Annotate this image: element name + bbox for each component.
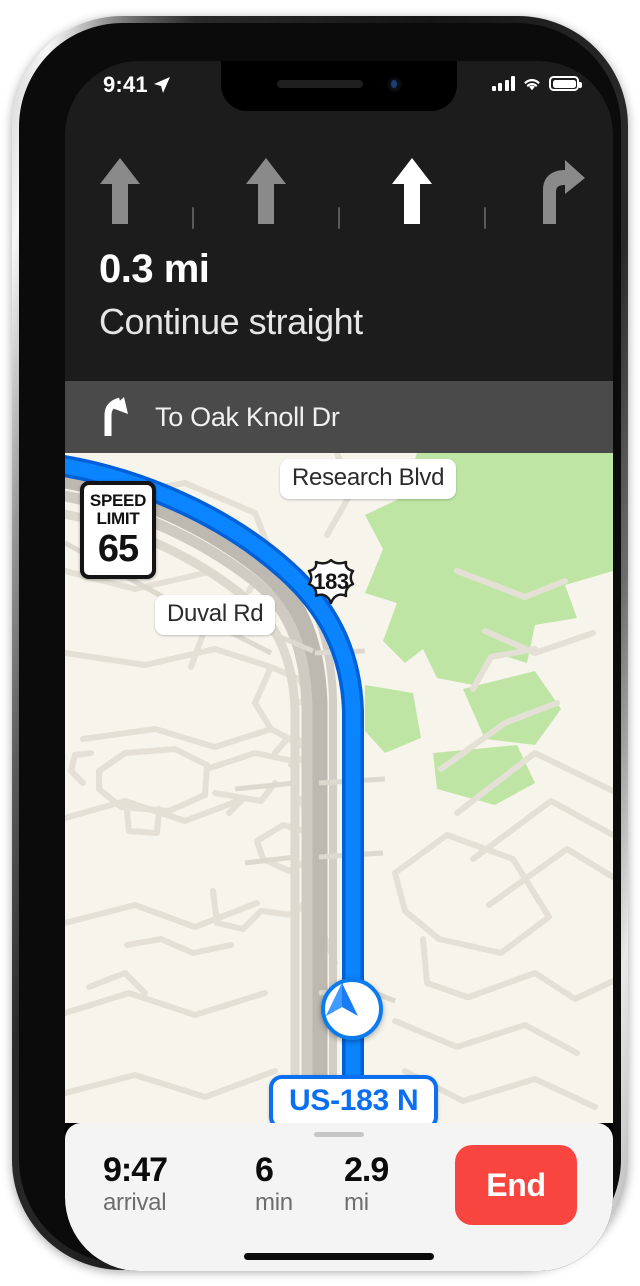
lane-2-straight <box>229 154 303 228</box>
instruction-distance: 0.3 mi <box>99 247 210 291</box>
slight-right-arrow-icon <box>99 397 133 437</box>
speed-limit-value: 65 <box>97 528 139 570</box>
navigation-arrow-puck-icon <box>321 978 383 1040</box>
arrival-time-label: arrival <box>103 1189 167 1216</box>
speed-limit-line2: LIMIT <box>96 509 140 528</box>
status-time-group: 9:41 <box>103 74 171 96</box>
trip-stats-group: 9:47 arrival 6 min 2.9 mi <box>103 1151 444 1217</box>
wifi-icon <box>524 78 540 91</box>
map-canvas[interactable]: SPEED LIMIT 65 Research Blvd Duval Rd 18… <box>65 453 613 1123</box>
lane-4-right-turn <box>521 154 595 228</box>
end-navigation-button[interactable]: End <box>455 1145 577 1225</box>
location-arrow-icon <box>153 77 170 93</box>
us-highway-shield-icon: 183 <box>305 559 357 605</box>
status-indicators-group <box>491 76 582 91</box>
lane-divider <box>484 207 487 229</box>
lane-right-turn-arrow-icon <box>543 160 586 224</box>
lane-straight-arrow-icon <box>392 158 433 224</box>
distance-value: 2.9 <box>344 1151 389 1189</box>
front-camera-icon <box>387 77 402 92</box>
current-road-badge: US-183 N <box>269 1075 439 1123</box>
us-highway-shield-number: 183 <box>313 568 349 594</box>
lane-divider <box>191 207 194 229</box>
lane-divider <box>337 207 340 229</box>
lane-straight-arrow-icon <box>245 158 286 224</box>
cellular-bars-icon <box>491 76 515 91</box>
stat-arrival: 9:47 arrival <box>103 1151 255 1217</box>
speaker-grille <box>277 80 363 88</box>
phone-screen: 0.3 mi Continue straight To Oak Knoll Dr <box>65 61 613 1271</box>
stat-distance: 2.9 mi <box>344 1151 444 1217</box>
drag-handle[interactable] <box>314 1132 364 1137</box>
notch <box>221 61 457 111</box>
map-label-research-blvd: Research Blvd <box>280 459 457 499</box>
secondary-instruction-bar[interactable]: To Oak Knoll Dr <box>65 381 613 453</box>
duration-value: 6 <box>255 1151 274 1189</box>
lane-3-straight-active <box>375 154 449 228</box>
phone-frame: 0.3 mi Continue straight To Oak Knoll Dr <box>12 16 628 1271</box>
secondary-instruction-text: To Oak Knoll Dr <box>155 401 340 432</box>
instruction-maneuver: Continue straight <box>99 301 363 342</box>
lane-guidance-strip <box>65 145 613 237</box>
speed-limit-line1: SPEED <box>89 491 147 510</box>
map-label-duval-rd: Duval Rd <box>155 595 276 635</box>
lane-straight-arrow-icon <box>99 158 140 224</box>
trip-info-bar[interactable]: 9:47 arrival 6 min 2.9 mi End <box>65 1123 613 1271</box>
status-time: 9:41 <box>103 72 148 97</box>
arrival-time-value: 9:47 <box>103 1151 168 1189</box>
lane-1-straight <box>83 154 157 228</box>
phone-bezel: 0.3 mi Continue straight To Oak Knoll Dr <box>19 23 621 1271</box>
battery-full-icon <box>549 76 582 91</box>
home-indicator[interactable] <box>244 1253 434 1260</box>
distance-label: mi <box>344 1189 369 1216</box>
park-areas <box>365 453 613 805</box>
stat-duration: 6 min <box>255 1151 344 1217</box>
speed-limit-sign: SPEED LIMIT 65 <box>80 481 156 579</box>
duration-label: min <box>255 1189 293 1216</box>
